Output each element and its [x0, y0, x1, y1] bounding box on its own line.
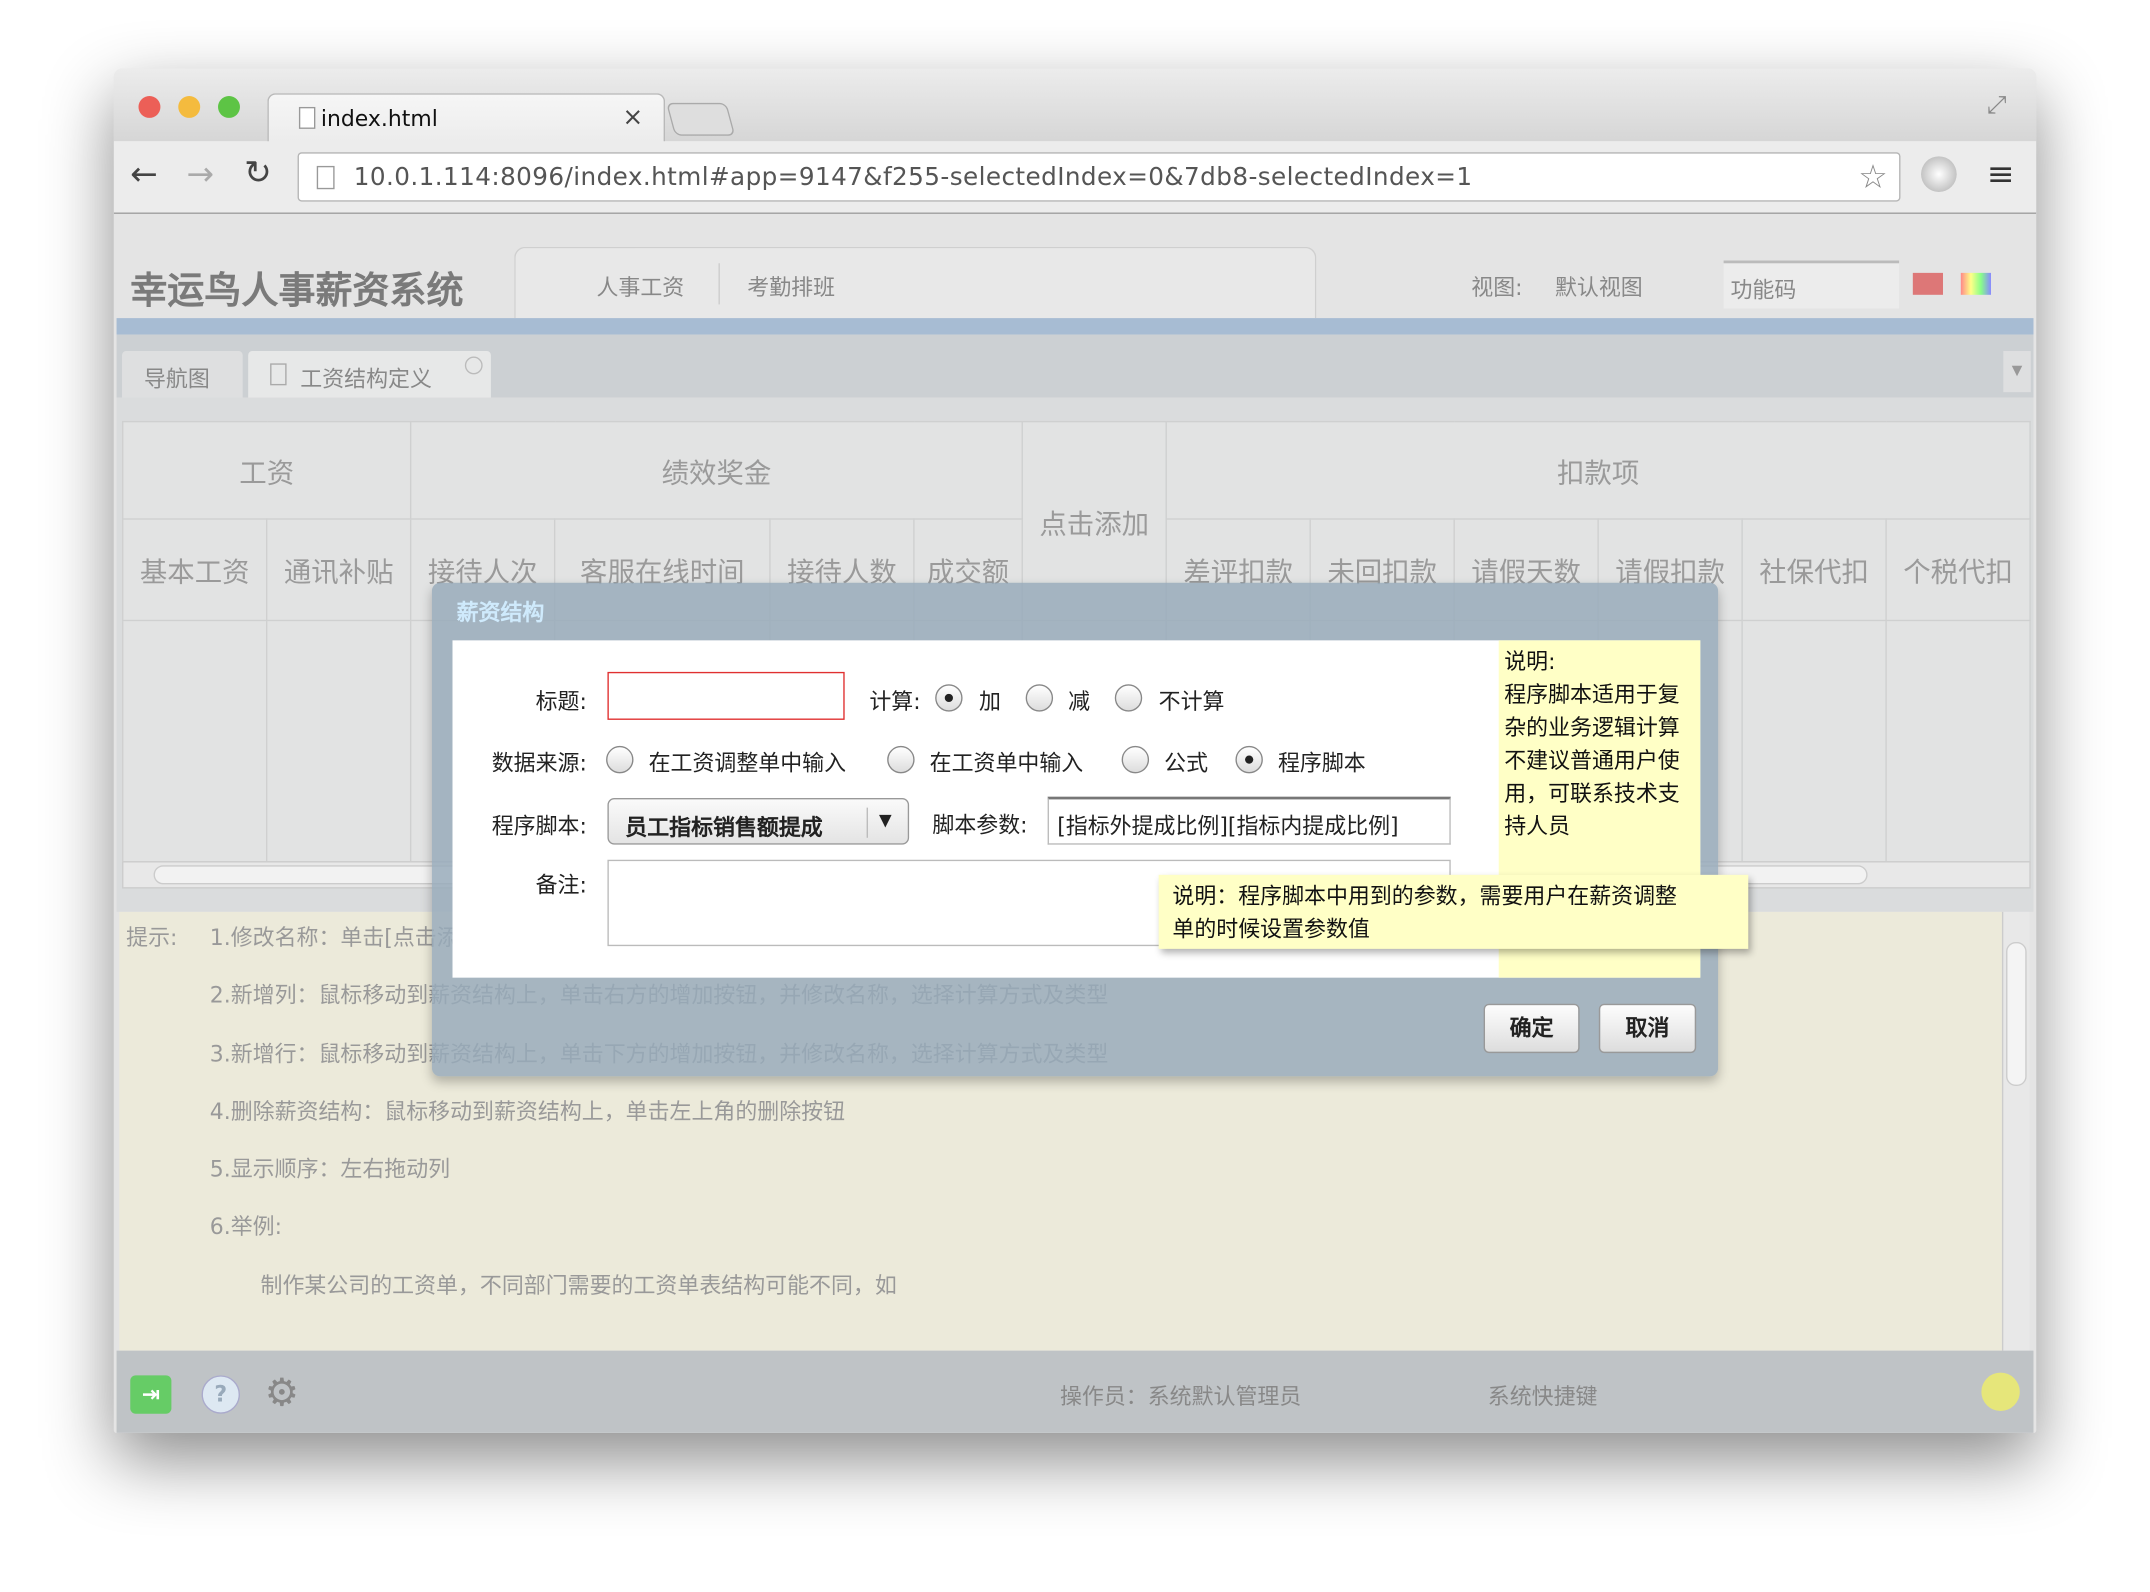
page-icon [270, 363, 287, 386]
group-deductions[interactable]: 扣款项 [1165, 420, 2031, 520]
hint-example: 制作某公司的工资单，不同部门需要的工资单表结构可能不同，如 [260, 1272, 897, 1299]
tab-salary-structure[interactable]: 工资结构定义 [248, 351, 491, 398]
dialog-title: 薪资结构 [456, 599, 545, 626]
shortcuts-link[interactable]: 系统快捷键 [1488, 1378, 1598, 1411]
note-line: 用，可联系技术支 [1504, 780, 1680, 807]
menu-icon[interactable]: ≡ [1987, 155, 2015, 193]
params-label: 脚本参数: [932, 811, 1028, 838]
minimize-window-button[interactable] [178, 95, 201, 118]
back-icon[interactable]: ← [130, 155, 158, 193]
browser-toolbar: ← → ↻ 10.0.1.114:8096/index.html#app=914… [113, 141, 2037, 214]
remark-label: 备注: [535, 872, 587, 899]
status-bar: ⇥ ? ⚙ 操作员：系统默认管理员 系统快捷键 [116, 1350, 2034, 1433]
bookmark-star-icon[interactable]: ☆ [1858, 158, 1888, 196]
theme-icon[interactable] [1960, 272, 1991, 295]
tooltip-line: 单的时候设置参数值 [1172, 915, 1370, 943]
settings-gear-icon[interactable]: ⚙ [265, 1370, 299, 1415]
source-formula-radio[interactable] [1121, 745, 1150, 774]
page-icon [298, 106, 316, 129]
view-label: 视图: [1471, 274, 1523, 301]
reload-icon[interactable]: ↻ [244, 154, 272, 192]
select-divider [866, 807, 868, 838]
tab-navigation-map[interactable]: 导航图 [122, 351, 243, 398]
view-selector[interactable]: 默认视图 [1555, 269, 1643, 302]
zoom-window-button[interactable] [218, 95, 240, 118]
accent-bar [116, 318, 2034, 335]
hint-item: 4.删除薪资结构：鼠标移动到薪资结构上，单击左上角的删除按钮 [209, 1098, 846, 1125]
page-icon [316, 165, 335, 190]
column-header[interactable]: 基本工资 [122, 518, 268, 622]
new-tab-button[interactable] [666, 102, 736, 136]
nav-divider [718, 263, 720, 305]
title-input[interactable] [607, 671, 845, 720]
note-line: 程序脚本适用于复 [1504, 681, 1680, 708]
hint-item: 6.举例: [209, 1213, 283, 1240]
status-indicator [1981, 1372, 2020, 1411]
nav-attendance[interactable]: 考勤排班 [747, 269, 835, 302]
tabs-dropdown-icon[interactable]: ▼ [2003, 351, 2031, 393]
column-header[interactable]: 通讯补贴 [266, 518, 412, 622]
calc-add-radio[interactable] [935, 684, 963, 712]
hint-item: 5.显示顺序：左右拖动列 [209, 1155, 451, 1182]
forward-icon[interactable]: → [186, 155, 214, 193]
script-select[interactable]: 员工指标销售额提成 ▼ [607, 798, 910, 845]
tooltip-line: 说明：程序脚本中用到的参数，需要用户在薪资调整 [1172, 883, 1677, 910]
script-label: 程序脚本: [491, 813, 587, 840]
extension-globe-icon[interactable] [1921, 156, 1957, 192]
tab-label: 工资结构定义 [300, 366, 432, 393]
group-performance-bonus[interactable]: 绩效奖金 [409, 420, 1023, 520]
tab-close-icon[interactable] [464, 356, 483, 375]
calc-none-label: 不计算 [1158, 688, 1225, 715]
source-adjustment-radio[interactable] [606, 745, 634, 774]
close-window-button[interactable] [138, 95, 161, 118]
calc-subtract-label: 减 [1068, 688, 1091, 715]
operator-text: 操作员：系统默认管理员 [1059, 1383, 1302, 1410]
browser-tab[interactable]: index.html × [267, 93, 666, 143]
hint-label: 提示: [126, 924, 178, 951]
function-code-input[interactable]: 功能码 [1723, 260, 1900, 309]
source-script-label: 程序脚本 [1277, 750, 1366, 777]
address-bar[interactable]: 10.0.1.114:8096/index.html#app=9147&f255… [297, 152, 1901, 202]
calc-none-radio[interactable] [1114, 684, 1143, 712]
params-input[interactable]: [指标外提成比例][指标内提成比例] [1047, 796, 1451, 845]
group-salary[interactable]: 工资 [122, 420, 412, 520]
title-bar: index.html × ⤢ [113, 68, 2037, 143]
chevron-down-icon: ▼ [878, 810, 892, 830]
calc-subtract-radio[interactable] [1025, 684, 1054, 712]
column-header[interactable]: 个税代扣 [1885, 518, 2031, 622]
tab-title: index.html [320, 105, 438, 132]
url-text: 10.0.1.114:8096/index.html#app=9147&f255… [353, 163, 1473, 192]
calc-add-label: 加 [979, 688, 1001, 715]
cancel-button[interactable]: 取消 [1598, 1003, 1697, 1054]
source-adjustment-label: 在工资调整单中输入 [648, 750, 847, 777]
note-line: 杂的业务逻辑计算 [1504, 714, 1680, 741]
tab-close-icon[interactable]: × [623, 103, 644, 132]
source-formula-label: 公式 [1164, 750, 1209, 777]
note-line: 持人员 [1504, 813, 1571, 840]
fullscreen-icon[interactable]: ⤢ [1987, 90, 2007, 119]
ok-button[interactable]: 确定 [1483, 1003, 1580, 1054]
source-label: 数据来源: [491, 750, 587, 777]
page-tabs: 导航图 工资结构定义 ▼ [116, 334, 2034, 398]
source-payroll-label: 在工资单中输入 [929, 750, 1084, 777]
app-title: 幸运鸟人事薪资系统 [130, 270, 464, 313]
note-line: 说明: [1504, 648, 1556, 675]
column-header[interactable]: 社保代扣 [1741, 518, 1887, 622]
vertical-scrollbar[interactable] [2001, 911, 2030, 1351]
logout-icon[interactable]: ⇥ [130, 1375, 172, 1414]
calc-label: 计算: [869, 688, 921, 715]
source-script-radio[interactable] [1235, 745, 1263, 774]
scrollbar-thumb[interactable] [2006, 942, 2027, 1086]
flag-icon[interactable] [1912, 272, 1943, 295]
salary-structure-dialog: 薪资结构 标题: 计算: 加 减 不计算 数据来源: 在工资调整单中输入 在工资… [431, 582, 1719, 1077]
script-selected-value: 员工指标销售额提成 [625, 814, 823, 841]
source-payroll-radio[interactable] [887, 745, 915, 774]
nav-hr-payroll[interactable]: 人事工资 [596, 269, 684, 302]
note-line: 不建议普通用户使 [1504, 747, 1680, 774]
title-label: 标题: [535, 688, 587, 715]
params-tooltip: 说明：程序脚本中用到的参数，需要用户在薪资调整 单的时候设置参数值 [1158, 874, 1749, 949]
help-icon[interactable]: ? [201, 1375, 240, 1414]
